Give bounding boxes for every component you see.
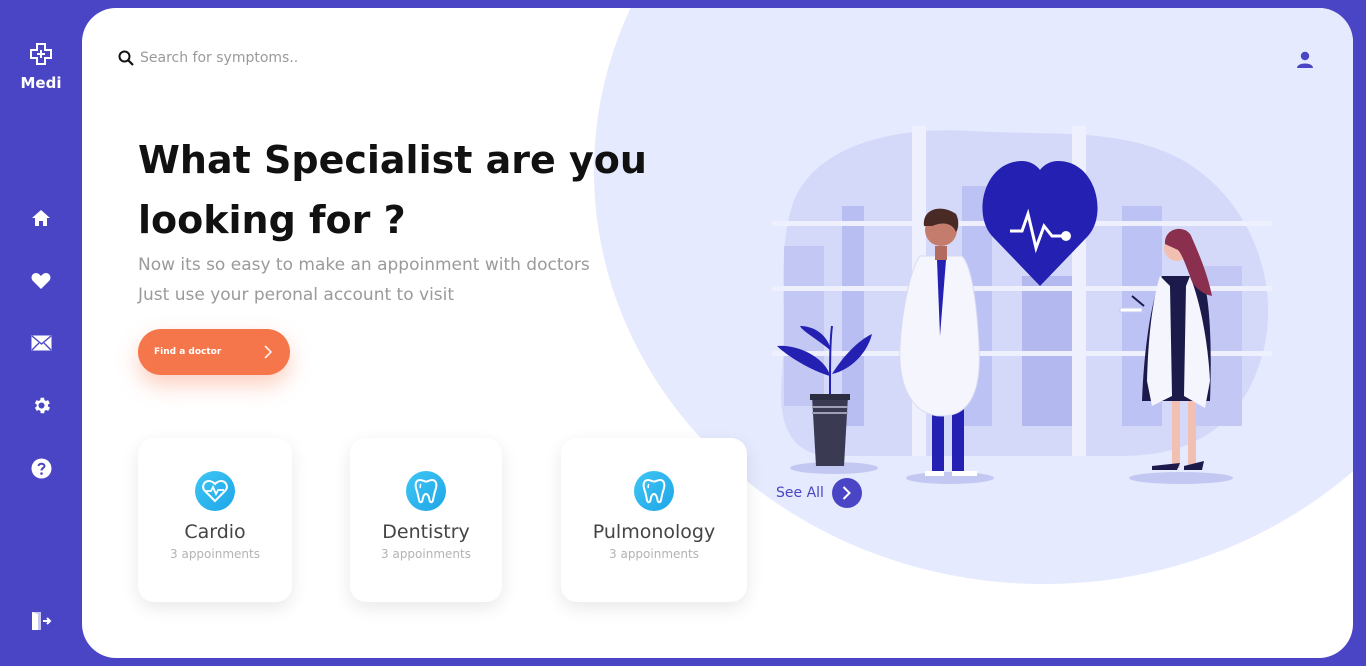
heart-icon: [31, 273, 51, 289]
see-all-label: See All: [776, 485, 824, 501]
sidebar-item-settings[interactable]: [29, 393, 53, 417]
app-logo[interactable]: Medi: [0, 42, 82, 92]
search-bar: [118, 50, 400, 66]
chevron-right-icon: [264, 345, 272, 359]
page-title: What Specialist are you looking for ?: [138, 130, 658, 250]
user-icon[interactable]: [1295, 50, 1315, 70]
medical-cross-icon: [30, 43, 52, 65]
specialty-card-cardio[interactable]: Cardio 3 appoinments: [138, 438, 292, 602]
specialty-title: Dentistry: [382, 521, 470, 543]
specialty-card-pulmonology[interactable]: Pulmonology 3 appoinments: [561, 438, 747, 602]
page-title-line-2: looking for ?: [138, 198, 406, 242]
search-icon: [118, 50, 134, 66]
specialty-title: Cardio: [184, 521, 246, 543]
home-icon: [32, 210, 50, 226]
help-icon: [31, 458, 51, 478]
sidebar-item-messages[interactable]: [29, 331, 53, 355]
specialty-count: 3 appoinments: [609, 547, 699, 561]
specialty-card-dentistry[interactable]: Dentistry 3 appoinments: [350, 438, 502, 602]
specialty-count: 3 appoinments: [170, 547, 260, 561]
page-subtitle-line-2: Just use your peronal account to visit: [138, 285, 455, 305]
sidebar-item-help[interactable]: [29, 456, 53, 480]
specialty-count: 3 appoinments: [381, 547, 471, 561]
doctors-illustration: [772, 126, 1272, 484]
logout-button[interactable]: [29, 609, 53, 633]
heart-pulse-icon: [195, 471, 235, 511]
sidebar: Medi: [0, 0, 82, 666]
chevron-right-icon: [831, 478, 862, 508]
sidebar-item-favorites[interactable]: [29, 269, 53, 293]
app-name: Medi: [20, 74, 62, 92]
tooth-icon: [634, 471, 674, 511]
find-doctor-label: Find a doctor: [154, 347, 222, 357]
main-panel: What Specialist are you looking for ? No…: [82, 8, 1353, 658]
tooth-icon: [406, 471, 446, 511]
sidebar-item-home[interactable]: [29, 206, 53, 230]
mail-icon: [31, 335, 51, 351]
search-input[interactable]: [140, 50, 400, 66]
page-subtitle-line-1: Now its so easy to make an appoinment wi…: [138, 255, 590, 275]
gear-icon: [34, 397, 50, 413]
page-title-line-1: What Specialist are you: [138, 138, 647, 182]
see-all-link[interactable]: See All: [776, 478, 862, 508]
find-doctor-button[interactable]: Find a doctor: [138, 329, 290, 375]
logout-icon: [32, 612, 52, 630]
specialty-title: Pulmonology: [592, 521, 716, 543]
page-subtitle: Now its so easy to make an appoinment wi…: [138, 250, 658, 310]
